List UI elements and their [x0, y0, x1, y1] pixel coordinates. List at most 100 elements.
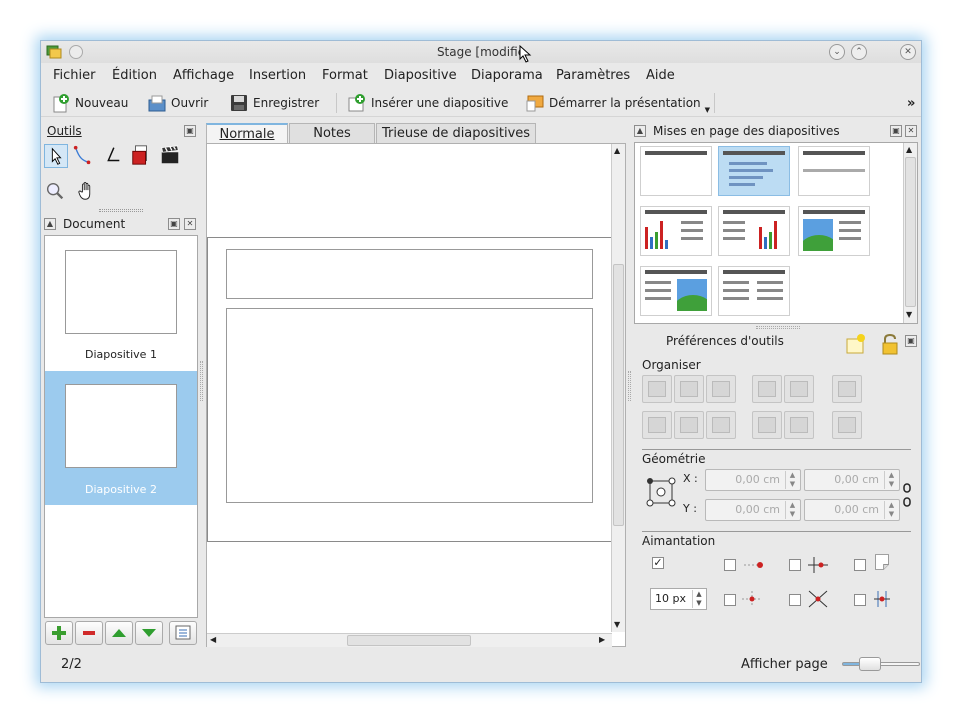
tool-animation[interactable] [159, 144, 183, 168]
snap-grid-checkbox[interactable] [724, 559, 736, 571]
insert-slide-button[interactable]: Insérer une diapositive [347, 92, 508, 114]
aspect-ratio-chain-icon[interactable] [902, 482, 912, 508]
snap-enable-checkbox[interactable]: ✓ [652, 557, 664, 569]
menu-format[interactable]: Format [322, 68, 368, 83]
layouts-dock-close-button[interactable]: ✕ [905, 125, 917, 137]
zoom-slider[interactable] [842, 657, 920, 671]
spin-arrows-icon[interactable]: ▲ ▼ [884, 501, 898, 519]
tab-trieuse[interactable]: Trieuse de diapositives [376, 123, 536, 143]
snap-distance-spinbox[interactable]: 10 px ▲ ▼ [650, 588, 707, 610]
document-dock-collapse-button[interactable]: ▲ [44, 218, 56, 230]
bring-forward-button[interactable] [752, 375, 782, 403]
menu-parametres[interactable]: Paramètres [556, 68, 630, 83]
menu-diapositive[interactable]: Diapositive [384, 68, 457, 83]
align-middle-button[interactable] [674, 411, 704, 439]
document-dock-float-button[interactable]: ▣ [168, 218, 180, 230]
lock-icon[interactable] [879, 333, 901, 355]
snap-bounding-box-checkbox[interactable] [854, 559, 866, 571]
tool-zoom[interactable] [44, 180, 68, 204]
scroll-thumb[interactable] [905, 157, 916, 307]
toolbar-overflow-button[interactable]: » [907, 96, 915, 111]
tool-select[interactable] [44, 144, 68, 168]
menu-diaporama[interactable]: Diaporama [471, 68, 543, 83]
layout-title-only[interactable] [640, 146, 712, 196]
minimize-button[interactable]: ⌄ [829, 44, 845, 60]
anchor-point-icon[interactable] [644, 475, 678, 509]
start-presentation-button[interactable]: Démarrer la présentation ▼ [525, 92, 710, 114]
pin-button[interactable] [69, 45, 83, 59]
group-button[interactable] [832, 375, 862, 403]
document-dock-close-button[interactable]: ✕ [184, 218, 196, 230]
tool-calligraphy[interactable] [101, 144, 125, 168]
menu-edition[interactable]: Édition [112, 68, 157, 83]
spin-arrows-icon[interactable]: ▲ ▼ [785, 471, 799, 489]
tool-path[interactable] [72, 144, 96, 168]
move-slide-up-button[interactable] [105, 621, 133, 645]
tool-pan[interactable] [76, 180, 100, 204]
left-splitter-handle[interactable] [200, 361, 203, 401]
align-center-button[interactable] [674, 375, 704, 403]
snap-orthogonal-checkbox[interactable] [789, 559, 801, 571]
tool-text-shape[interactable] [130, 144, 154, 168]
menu-affichage[interactable]: Affichage [173, 68, 234, 83]
align-left-button[interactable] [642, 375, 672, 403]
right-splitter-handle[interactable] [628, 371, 631, 401]
slide-page[interactable] [207, 237, 612, 542]
layout-two-columns[interactable] [718, 266, 790, 316]
layout-chart-text[interactable] [640, 206, 712, 256]
zoom-slider-handle[interactable] [859, 657, 881, 671]
scroll-down-icon[interactable]: ▼ [614, 620, 620, 629]
layout-text-chart[interactable] [718, 206, 790, 256]
position-y-spinbox[interactable]: 0,00 cm ▲ ▼ [705, 499, 801, 521]
slide-content-placeholder[interactable] [226, 308, 593, 503]
menu-aide[interactable]: Aide [646, 68, 675, 83]
tab-normale[interactable]: Normale [206, 123, 288, 143]
menu-insertion[interactable]: Insertion [249, 68, 306, 83]
layout-title-content[interactable] [718, 146, 790, 196]
spin-arrows-icon[interactable]: ▲ ▼ [884, 471, 898, 489]
align-top-button[interactable] [642, 411, 672, 439]
position-x-spinbox[interactable]: 0,00 cm ▲ ▼ [705, 469, 801, 491]
send-to-back-button[interactable] [784, 411, 814, 439]
scroll-up-icon[interactable]: ▲ [614, 146, 620, 155]
snap-intersection-checkbox[interactable] [789, 594, 801, 606]
ungroup-button[interactable] [832, 411, 862, 439]
layout-title-subtitle[interactable] [798, 146, 870, 196]
new-style-icon[interactable] [845, 333, 867, 355]
send-backward-button[interactable] [784, 375, 814, 403]
tools-resize-grip[interactable] [99, 209, 143, 212]
tab-notes[interactable]: Notes [289, 123, 375, 143]
scroll-right-icon[interactable]: ▶ [599, 635, 605, 644]
tools-dock-float-button[interactable]: ▣ [184, 125, 196, 137]
slide-thumbnail-item[interactable]: Diapositive 1 [45, 236, 197, 370]
tool-options-float-button[interactable]: ▣ [905, 335, 917, 347]
dock-splitter-handle[interactable] [756, 326, 800, 329]
scroll-up-icon[interactable]: ▲ [906, 145, 912, 154]
width-spinbox[interactable]: 0,00 cm ▲ ▼ [804, 469, 900, 491]
delete-slide-button[interactable] [75, 621, 103, 645]
layouts-dock-collapse-button[interactable]: ▲ [634, 125, 646, 137]
layouts-scrollbar[interactable]: ▲ ▼ [903, 143, 917, 323]
menu-fichier[interactable]: Fichier [53, 68, 96, 83]
snap-extension-checkbox[interactable] [724, 594, 736, 606]
slide-title-placeholder[interactable] [226, 249, 593, 299]
new-button[interactable]: Nouveau [51, 92, 128, 114]
maximize-button[interactable]: ⌃ [851, 44, 867, 60]
layout-image-text[interactable] [798, 206, 870, 256]
snap-guides-checkbox[interactable] [854, 594, 866, 606]
save-button[interactable]: Enregistrer [229, 92, 319, 114]
scroll-thumb[interactable] [613, 264, 624, 526]
open-button[interactable]: Ouvrir [147, 92, 208, 114]
layout-text-image[interactable] [640, 266, 712, 316]
move-slide-down-button[interactable] [135, 621, 163, 645]
canvas-horizontal-scrollbar[interactable]: ◀ ▶ [207, 633, 612, 647]
spin-arrows-icon[interactable]: ▲ ▼ [692, 590, 705, 608]
height-spinbox[interactable]: 0,00 cm ▲ ▼ [804, 499, 900, 521]
align-right-button[interactable] [706, 375, 736, 403]
slide-view-mode-button[interactable] [169, 621, 197, 645]
layouts-dock-float-button[interactable]: ▣ [890, 125, 902, 137]
scroll-down-icon[interactable]: ▼ [906, 310, 912, 319]
dropdown-arrow-icon[interactable]: ▼ [705, 106, 710, 114]
bring-to-front-button[interactable] [752, 411, 782, 439]
align-bottom-button[interactable] [706, 411, 736, 439]
